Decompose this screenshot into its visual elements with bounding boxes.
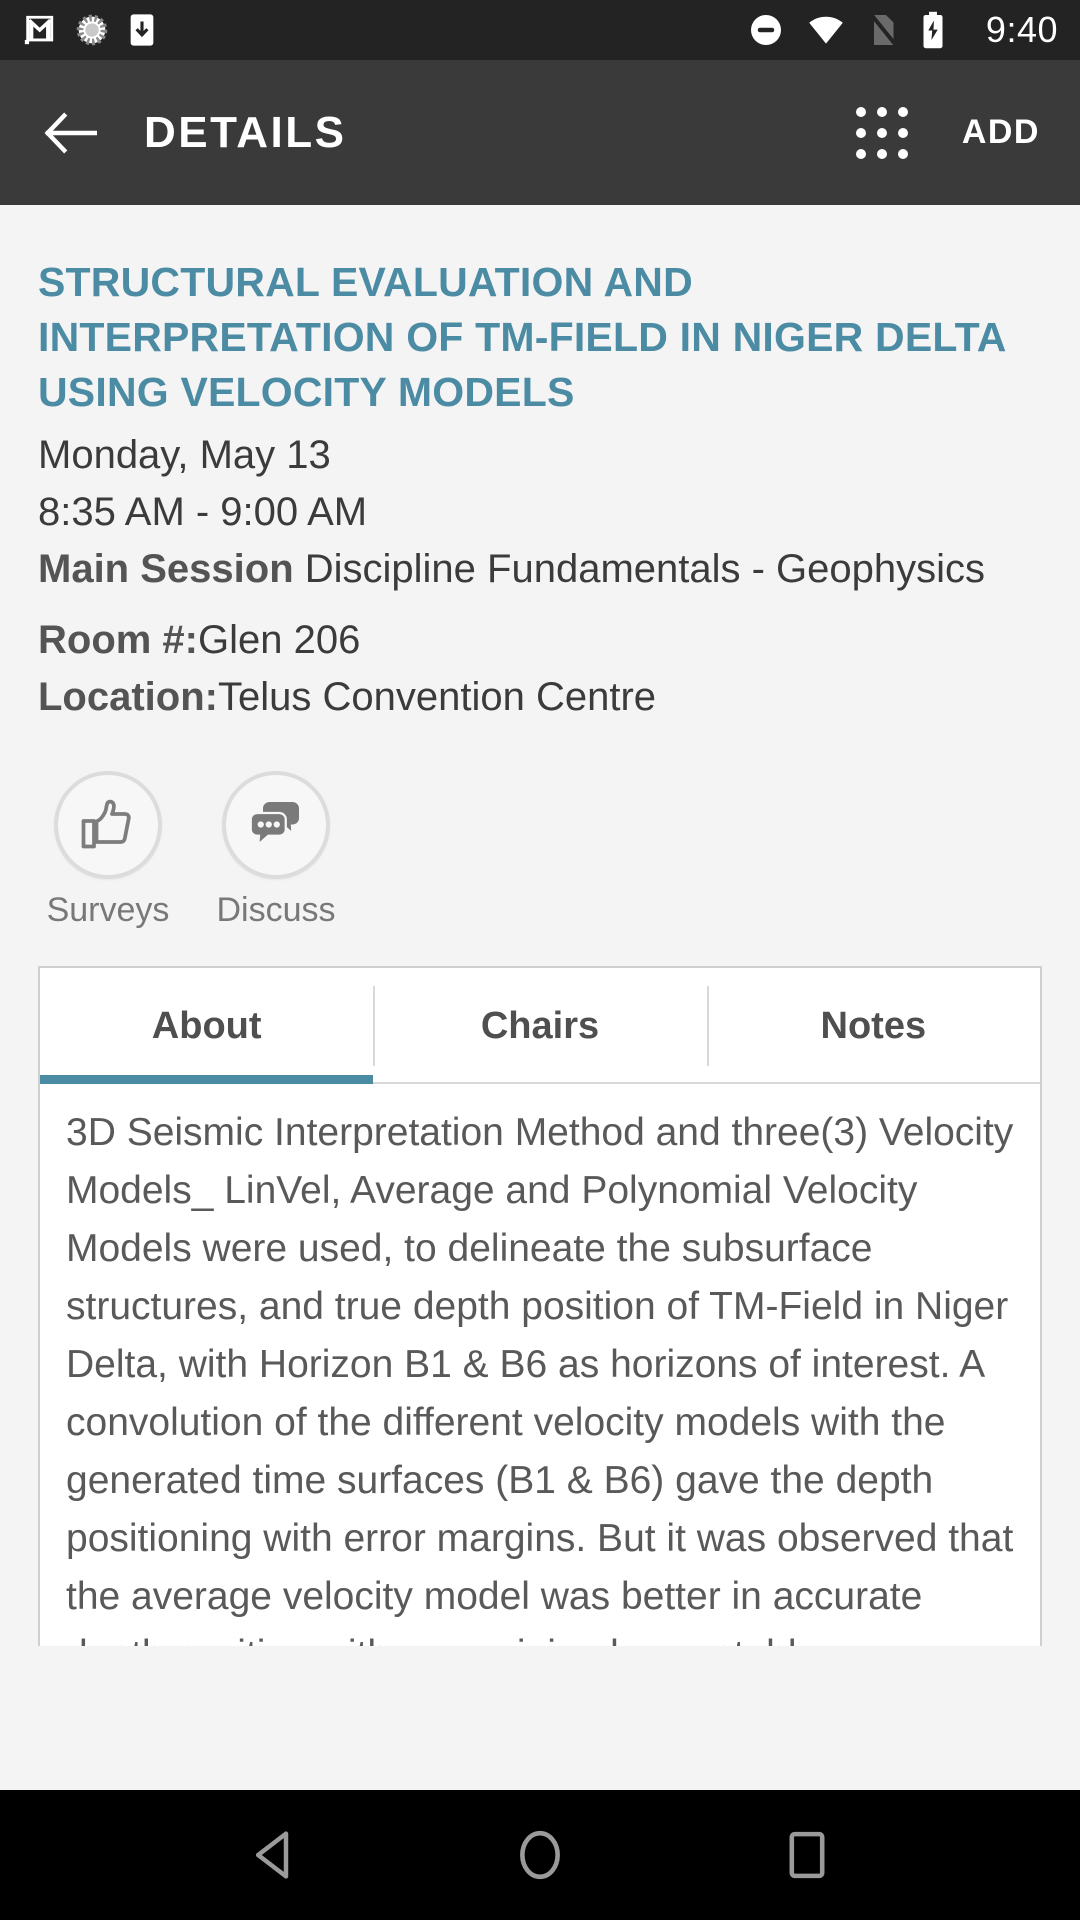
about-description: 3D Seismic Interpretation Method and thr… [66, 1111, 1014, 1646]
phone-screen: 9:40 DETAILS ADD STRUCTURAL EVALUATION A… [0, 0, 1080, 1920]
gmail-icon [24, 15, 54, 45]
nav-home-circle-icon [520, 1830, 560, 1880]
session-location-line: Location:Telus Convention Centre [38, 672, 1042, 723]
session-venue: Room #:Glen 206 Location:Telus Conventio… [38, 615, 1042, 723]
session-type-value: Discipline Fundamentals - Geophysics [293, 547, 986, 591]
page-title: DETAILS [144, 107, 347, 157]
nav-recents-square-icon [789, 1831, 825, 1879]
status-bar: 9:40 [0, 0, 1080, 60]
arrow-back-icon [44, 112, 97, 153]
app-download-icon [130, 14, 154, 46]
tab-chairs[interactable]: Chairs [373, 968, 706, 1084]
session-detail-content: STRUCTURAL EVALUATION AND INTERPRETATION… [0, 205, 1080, 1790]
tab-chairs-label: Chairs [480, 1004, 600, 1047]
about-tab-panel[interactable]: 3D Seismic Interpretation Method and thr… [40, 1084, 1040, 1646]
tab-about[interactable]: About [40, 968, 374, 1084]
battery-charging-icon [923, 11, 943, 49]
surveys-label: Surveys [46, 891, 170, 929]
location-value: Telus Convention Centre [217, 675, 657, 719]
room-value: Glen 206 [198, 618, 361, 662]
chat-bubbles-icon [249, 802, 299, 848]
thumbs-up-icon [81, 799, 131, 849]
session-title: STRUCTURAL EVALUATION AND INTERPRETATION… [38, 259, 1006, 415]
no-sim-icon [869, 13, 898, 47]
discuss-button-circle [222, 771, 330, 879]
status-bar-system-icons: 9:40 [748, 9, 1058, 51]
app-bar: DETAILS ADD [0, 60, 1080, 205]
discuss-label: Discuss [216, 891, 336, 929]
detail-tab-card: About Chairs Notes 3D Seismic Interpreta… [38, 966, 1042, 1646]
session-type-label: Main Session [38, 547, 294, 591]
session-type-line: Main Session Discipline Fundamentals - G… [38, 544, 1042, 595]
wifi-icon [809, 16, 843, 44]
back-button[interactable] [34, 97, 106, 169]
tab-notes[interactable]: Notes [706, 968, 1040, 1084]
tab-about-label: About [151, 1004, 262, 1047]
sync-spinner-icon [76, 14, 108, 46]
session-date: Monday, May 13 [38, 433, 331, 477]
room-label: Room #: [38, 618, 198, 662]
session-room-line: Room #:Glen 206 [38, 615, 1042, 666]
status-bar-notification-icons [22, 13, 156, 47]
tab-bar: About Chairs Notes [40, 968, 1040, 1084]
nav-back-triangle-icon [256, 1831, 289, 1879]
surveys-button[interactable]: Surveys [38, 771, 178, 930]
apps-grid-icon[interactable] [842, 93, 922, 173]
android-navigation-bar [0, 1790, 1080, 1920]
status-bar-clock: 9:40 [985, 9, 1058, 50]
surveys-button-circle [54, 771, 162, 879]
tab-notes-label: Notes [820, 1004, 927, 1047]
nav-back-button[interactable] [218, 1800, 328, 1910]
app-bar-actions: ADD [842, 93, 1046, 173]
add-button[interactable]: ADD [956, 103, 1046, 162]
session-meta: Monday, May 13 8:35 AM - 9:00 AM Main Se… [38, 430, 1042, 595]
nav-home-button[interactable] [485, 1800, 595, 1910]
do-not-disturb-icon [750, 15, 781, 45]
discuss-button[interactable]: Discuss [206, 771, 346, 930]
session-action-buttons: Surveys Discuss [38, 771, 1042, 930]
session-time: 8:35 AM - 9:00 AM [38, 490, 368, 534]
location-label: Location: [38, 675, 218, 719]
nav-recents-button[interactable] [752, 1800, 862, 1910]
